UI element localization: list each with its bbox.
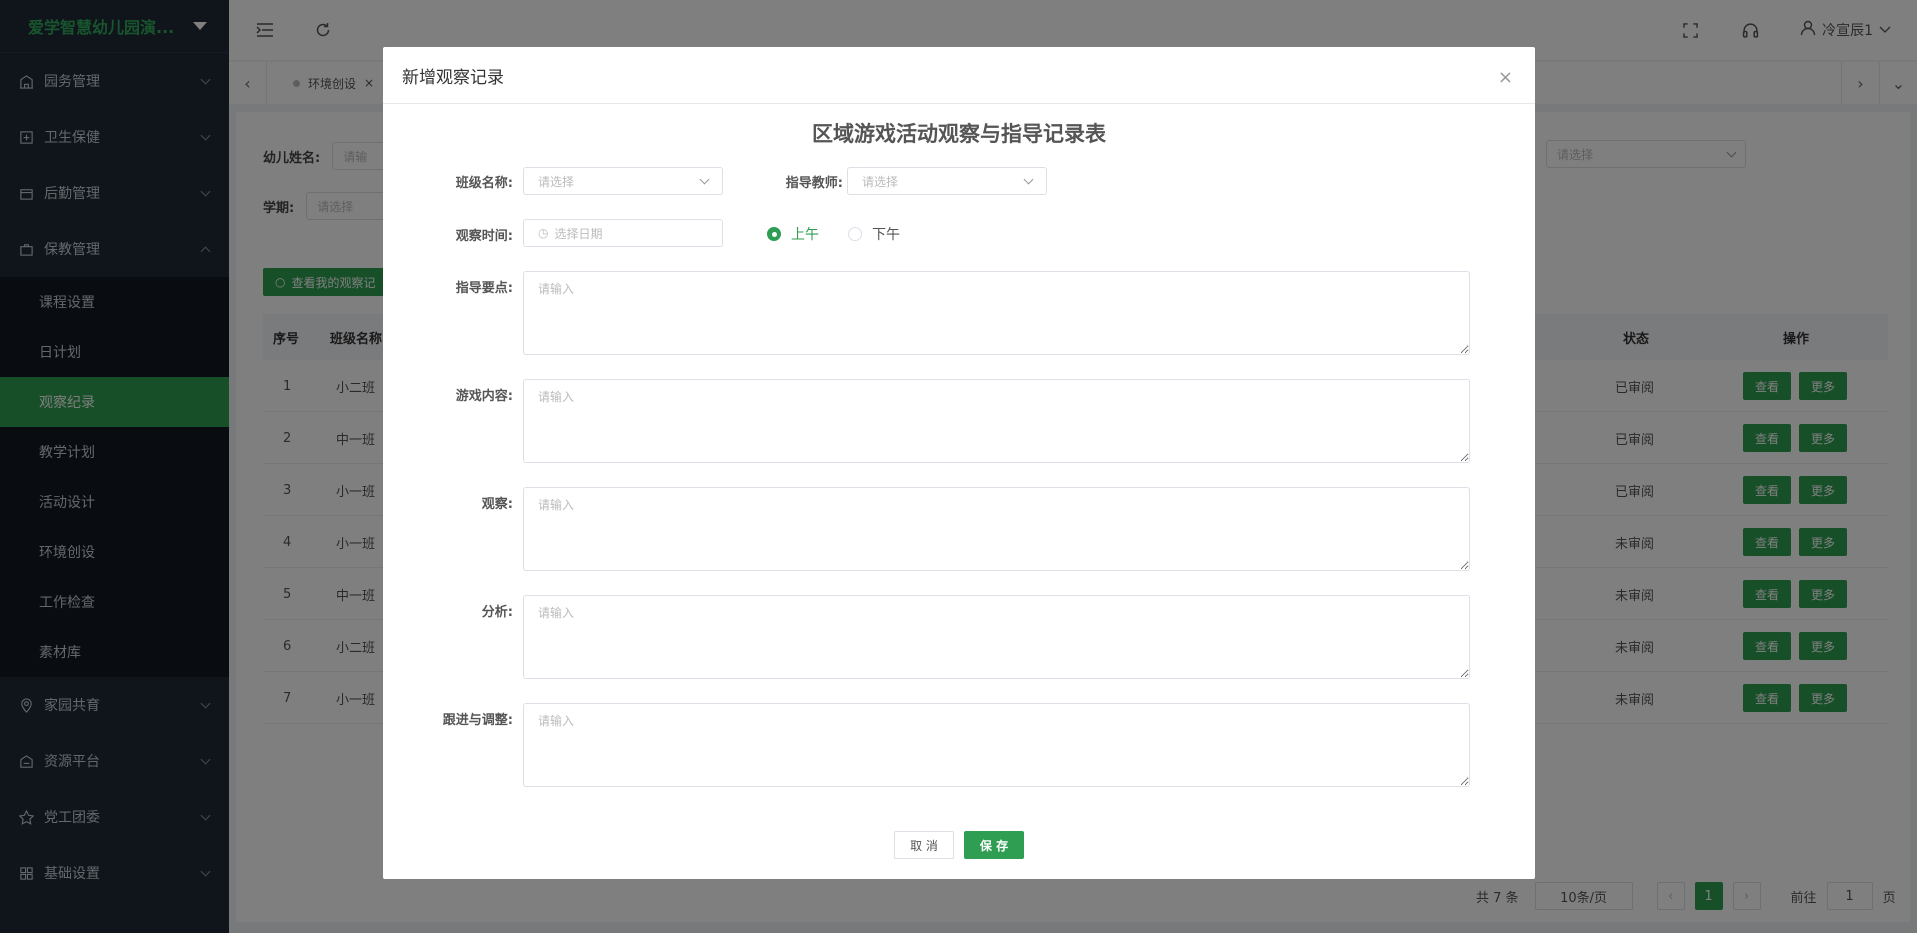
field-label-follow-up: 跟进与调整:	[442, 713, 513, 728]
date-picker[interactable]: ◷ 选择日期	[523, 219, 723, 247]
add-observation-modal: 新增观察记录 × 区域游戏活动观察与指导记录表 班级名称: 请选择 指导教师: …	[383, 47, 1535, 879]
field-label-analysis: 分析:	[481, 605, 513, 620]
follow-up-textarea[interactable]	[523, 703, 1470, 787]
modal-header-title: 新增观察记录	[402, 67, 504, 88]
field-label-guidance: 指导要点:	[455, 281, 513, 296]
teacher-label: 指导教师:	[785, 176, 843, 191]
radio-circle-checked	[767, 227, 781, 241]
chevron-down-icon	[1023, 174, 1034, 184]
analysis-textarea[interactable]	[523, 595, 1470, 679]
cancel-button[interactable]: 取 消	[894, 831, 954, 859]
radio-am[interactable]: 上午	[767, 224, 819, 244]
guidance-textarea[interactable]	[523, 271, 1470, 355]
modal-header: 新增观察记录	[383, 47, 1535, 104]
class-label: 班级名称:	[455, 176, 513, 191]
radio-circle	[848, 227, 862, 241]
game-content-textarea[interactable]	[523, 379, 1470, 463]
radio-pm[interactable]: 下午	[848, 224, 900, 244]
save-button[interactable]: 保 存	[964, 831, 1024, 859]
close-icon[interactable]: ×	[1498, 67, 1513, 88]
clock-icon: ◷	[538, 226, 549, 240]
field-label-game-content: 游戏内容:	[455, 389, 513, 404]
observation-textarea[interactable]	[523, 487, 1470, 571]
field-label-observation: 观察:	[481, 497, 513, 512]
form-title: 区域游戏活动观察与指导记录表	[812, 122, 1106, 146]
time-label: 观察时间:	[455, 229, 513, 244]
class-select[interactable]: 请选择	[523, 167, 723, 195]
chevron-down-icon	[699, 174, 710, 184]
teacher-select[interactable]: 请选择	[847, 167, 1047, 195]
